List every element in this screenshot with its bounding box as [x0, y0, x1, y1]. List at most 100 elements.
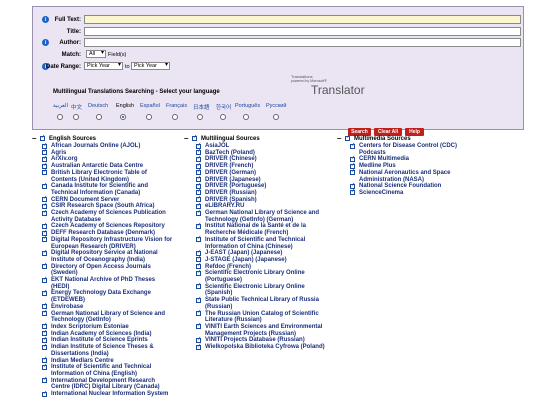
checkbox-icon[interactable] — [40, 134, 45, 141]
language-english[interactable]: English — [116, 103, 134, 109]
source-item[interactable]: J-STAGE (Japan) (Japanese) — [196, 255, 330, 264]
language-arabic[interactable]: العربية — [53, 103, 68, 109]
source-item[interactable]: DRIVER (Russian) — [196, 188, 330, 197]
source-item[interactable]: ScienceCinema — [350, 188, 460, 197]
source-item[interactable]: CERN Document Server — [42, 195, 174, 204]
multimedia-sources-heading[interactable]: – Multimedia Sources — [337, 134, 411, 143]
source-item[interactable]: British Library Electronic Table of Cont… — [42, 168, 174, 183]
source-item[interactable]: VINITI Projects Database (Russian) — [196, 336, 330, 344]
english-sources-heading[interactable]: – English Sources — [32, 134, 96, 143]
checkbox-icon[interactable] — [192, 134, 197, 141]
source-item[interactable]: Indian Institute of Science Theses & Dis… — [42, 343, 174, 357]
source-item[interactable]: BazTech (Poland) — [196, 148, 330, 157]
source-item[interactable]: Medline Plus — [350, 162, 460, 170]
language-radio[interactable] — [243, 114, 249, 120]
source-item[interactable]: International Nuclear Information System — [42, 390, 174, 398]
checkbox-icon[interactable] — [196, 269, 201, 276]
source-item[interactable]: CSIR Research Space (South Africa) — [42, 202, 174, 210]
checkbox-icon[interactable] — [345, 134, 350, 141]
source-item[interactable]: Scientific Electronic Library Online (Sp… — [196, 282, 330, 297]
source-item[interactable]: Wielkopolska Biblioteka Cyfrowa (Poland) — [196, 343, 330, 351]
language-chinese[interactable]: 中文 — [71, 103, 82, 111]
source-item[interactable]: German National Library of Science and T… — [42, 309, 174, 324]
checkbox-icon[interactable] — [196, 282, 201, 290]
source-item[interactable]: ArXiv.org — [42, 155, 174, 163]
title-input[interactable] — [84, 27, 521, 36]
language-radio[interactable] — [120, 114, 126, 120]
source-item[interactable]: DRIVER (Chinese) — [196, 155, 330, 163]
language-german[interactable]: Deutsch — [88, 103, 108, 109]
source-item[interactable]: DRIVER (French) — [196, 162, 330, 170]
source-item[interactable]: Indian Medlars Centre — [42, 356, 174, 365]
source-item[interactable]: German National Library of Science and T… — [196, 209, 330, 223]
checkbox-icon[interactable] — [42, 209, 47, 216]
checkbox-icon[interactable] — [196, 222, 201, 229]
source-item[interactable]: EKT National Archive of PhD Theses (HEDI… — [42, 276, 174, 290]
source-item[interactable]: Indian Institute of Science Eprints — [42, 336, 174, 344]
source-item[interactable]: Indian Academy of Sciences (India) — [42, 329, 174, 338]
language-radio[interactable] — [220, 114, 226, 120]
source-item[interactable]: The Russian Union Catalog of Scientific … — [196, 309, 330, 324]
multilingual-sources-heading[interactable]: – Multilingual Sources — [184, 134, 260, 143]
match-select[interactable]: All — [86, 50, 106, 58]
language-spanish[interactable]: Español — [140, 103, 160, 109]
checkbox-icon[interactable] — [350, 188, 355, 196]
source-item[interactable]: J-EAST (Japan) (Japanese) — [196, 249, 330, 257]
source-item[interactable]: Directory of Open Access Journals (Swede… — [42, 262, 174, 277]
checkbox-icon[interactable] — [42, 168, 47, 176]
source-item[interactable]: African Journals Online (AJOL) — [42, 142, 174, 150]
source-item[interactable]: Digital Repository Service at National I… — [42, 249, 174, 263]
source-item[interactable]: Institut National de la Santé et de la R… — [196, 222, 330, 236]
source-item[interactable]: Czech Academy of Sciences Publication Ac… — [42, 209, 174, 223]
checkbox-icon[interactable] — [196, 343, 201, 350]
checkbox-icon[interactable] — [42, 390, 47, 397]
source-item[interactable]: DRIVER (Japanese) — [196, 175, 330, 184]
collapse-icon[interactable]: – — [32, 134, 38, 143]
checkbox-icon[interactable] — [42, 249, 47, 256]
source-item[interactable]: State Public Technical Library of Russia… — [196, 296, 330, 310]
source-item[interactable]: Refdoc (French) — [196, 262, 330, 271]
source-item[interactable]: AsiaJOL — [196, 142, 330, 150]
source-item[interactable]: DEFF Research Database (Denmark) — [42, 229, 174, 237]
language-radio[interactable] — [273, 114, 279, 120]
checkbox-icon[interactable] — [42, 262, 47, 270]
language-radio[interactable] — [146, 114, 152, 120]
source-item[interactable]: Canada Institute for Scientific and Tech… — [42, 182, 174, 196]
checkbox-icon[interactable] — [196, 235, 201, 243]
language-korean[interactable]: 한국어 — [216, 103, 231, 111]
checkbox-icon[interactable] — [42, 276, 47, 283]
language-french[interactable]: Français — [166, 103, 187, 109]
language-portuguese[interactable]: Português — [235, 103, 260, 109]
source-item[interactable]: Agris — [42, 148, 174, 157]
source-item[interactable]: DRIVER (Portuguese) — [196, 182, 330, 190]
author-input[interactable] — [84, 38, 521, 47]
source-item[interactable]: Czech Academy of Sciences Repository — [42, 222, 174, 230]
checkbox-icon[interactable] — [42, 289, 47, 296]
source-item[interactable]: Australian Antarctic Data Centre — [42, 162, 174, 170]
source-item[interactable]: DRIVER (German) — [196, 168, 330, 177]
language-japanese[interactable]: 日本語 — [193, 103, 210, 111]
checkbox-icon[interactable] — [196, 296, 201, 303]
language-radio[interactable] — [96, 114, 102, 120]
source-item[interactable]: Scientific Electronic Library Online (Po… — [196, 269, 330, 283]
full-text-input[interactable] — [84, 15, 521, 24]
source-item[interactable]: Centers for Disease Control (CDC) Podcas… — [350, 142, 460, 156]
date-from-select[interactable]: Pick Year — [84, 62, 123, 70]
checkbox-icon[interactable] — [42, 309, 47, 317]
checkbox-icon[interactable] — [196, 309, 201, 317]
language-radio[interactable] — [57, 114, 63, 120]
checkbox-icon[interactable] — [42, 343, 47, 350]
date-to-select[interactable]: Pick Year — [131, 62, 170, 70]
collapse-icon[interactable]: – — [184, 134, 190, 143]
collapse-icon[interactable]: – — [337, 134, 343, 143]
source-item[interactable]: eLIBRARY.RU — [196, 202, 330, 210]
source-item[interactable]: Energy Technology Data Exchange (ETDEWEB… — [42, 289, 174, 303]
checkbox-icon[interactable] — [42, 363, 47, 370]
language-radio[interactable] — [172, 114, 178, 120]
language-radio[interactable] — [73, 114, 79, 120]
checkbox-icon[interactable] — [196, 209, 201, 216]
source-item[interactable]: Institute of Scientific and Technical In… — [42, 363, 174, 377]
source-item[interactable]: International Development Research Centr… — [42, 376, 174, 391]
source-item[interactable]: VINITI Earth Sciences and Environmental … — [196, 322, 330, 337]
source-item[interactable]: CERN Multimedia — [350, 155, 460, 163]
